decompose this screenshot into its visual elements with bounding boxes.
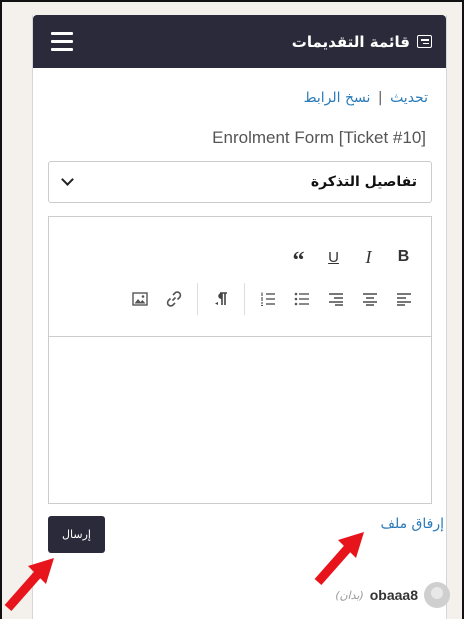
send-button[interactable]: إرسال [48,516,105,553]
hamburger-menu-icon[interactable] [51,32,73,51]
ticket-details-select-value: تفاصيل التذكرة [310,174,417,190]
chevron-down-icon [61,173,74,186]
document-list-icon [417,35,432,48]
blockquote-button[interactable]: “ [281,242,316,273]
editor-text-area[interactable] [49,337,431,503]
form-title: Enrolment Form [Ticket #10] [212,128,426,147]
panel-title-text: قائمة التقديمات [291,32,410,51]
editor-toolbar: B I U “ [49,217,431,337]
link-row: تحديث | نسخ الرابط [33,68,446,106]
numbered-list-icon[interactable] [251,284,285,314]
panel-title: قائمة التقديمات [292,33,432,51]
link-separator: | [377,90,383,106]
annotation-arrow-icon [314,532,364,585]
italic-button[interactable]: I [351,242,386,272]
attach-file-link[interactable]: إرفاق ملف [380,516,444,532]
rtl-paragraph-icon[interactable] [204,284,238,314]
toolbar-row-formatting: B I U “ [281,235,431,279]
underline-button[interactable]: U [316,242,351,272]
bulleted-list-icon[interactable] [285,284,319,314]
copy-link-link[interactable]: نسخ الرابط [304,90,371,106]
toolbar-row-paragraph [123,277,431,321]
toolbar-divider [244,283,245,315]
align-left-icon[interactable] [387,284,421,314]
ticket-details-select[interactable]: تفاصيل التذكرة [48,161,432,203]
toolbar-divider [197,283,198,315]
link-icon[interactable] [157,284,191,314]
refresh-link[interactable]: تحديث [390,90,428,106]
comment-username: obaaa8 [369,587,418,603]
avatar [424,582,450,608]
panel-header: قائمة التقديمات [33,15,446,68]
align-right-icon[interactable] [319,284,353,314]
rich-text-editor: B I U “ [48,216,432,504]
align-center-icon[interactable] [353,284,387,314]
comment-meta: (بدان) [335,588,364,602]
image-icon[interactable] [123,284,157,314]
bold-button[interactable]: B [386,242,421,272]
annotation-arrow-icon [4,558,54,611]
